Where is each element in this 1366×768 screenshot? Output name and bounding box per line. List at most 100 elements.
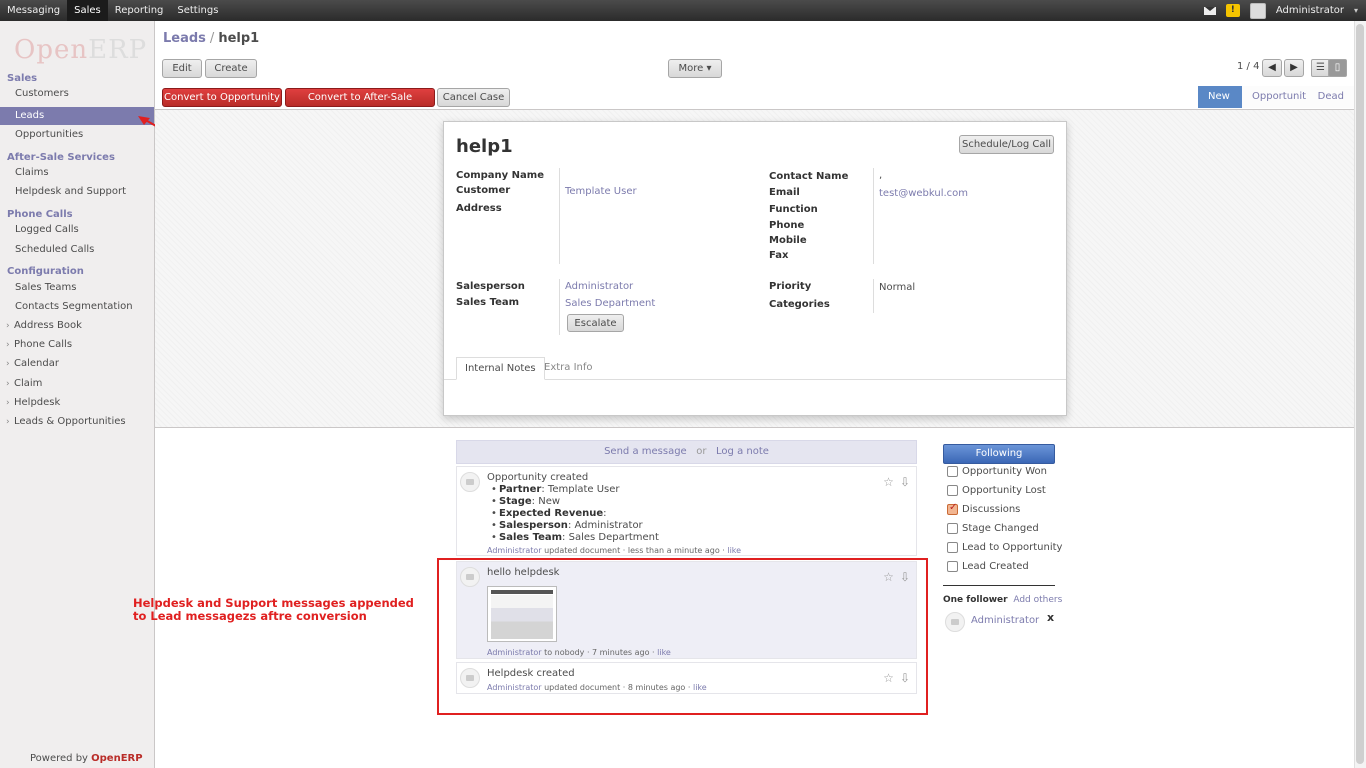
tracking-value: Administrator [574,520,643,531]
sidebar-section-configuration: Configuration [7,266,84,277]
tracking-line: Partner: Template User [487,484,659,496]
sidebar-item-leads[interactable]: Leads [0,107,154,125]
menu-messaging[interactable]: Messaging [0,0,67,21]
menu-sales[interactable]: Sales [67,0,108,21]
top-menu-bar: Messaging Sales Reporting Settings ! Adm… [0,0,1366,21]
subtype-opportunity-won[interactable]: Opportunity Won [947,466,1047,477]
sidebar-item-claims[interactable]: Claims [0,164,154,182]
schedule-log-call-button[interactable]: Schedule/Log Call [959,135,1054,154]
annotation-line-2: to Lead messagezs aftre conversion [133,609,367,623]
email-value[interactable]: test@webkul.com [879,188,968,199]
send-message-link[interactable]: Send a message [604,446,687,457]
tab-extra-info[interactable]: Extra Info [536,357,601,380]
field-separator [559,279,560,335]
contact-name-label: Contact Name [769,171,849,182]
contact-name-value: , [879,170,883,181]
stage-new[interactable]: New [1198,86,1242,108]
chevron-down-icon[interactable]: ▾ [1354,6,1358,15]
sidebar-item-calendar[interactable]: Calendar [0,355,154,373]
powered-by: Powered by OpenERP [30,753,143,764]
cancel-case-button[interactable]: Cancel Case [437,88,510,107]
stage-opportunity[interactable]: Opportunity [1242,86,1312,108]
categories-label: Categories [769,299,830,310]
powered-brand-link[interactable]: OpenERP [91,753,142,764]
sidebar-item-logged-calls[interactable]: Logged Calls [0,221,154,239]
salesperson-value[interactable]: Administrator [565,281,633,292]
tracking-line: Sales Team: Sales Department [487,532,659,544]
escalate-button[interactable]: Escalate [567,314,624,332]
tracking-key: Partner [499,484,542,495]
checkbox[interactable] [947,542,958,553]
sidebar-item-sales-teams[interactable]: Sales Teams [0,279,154,297]
sidebar-item-contacts-segmentation[interactable]: Contacts Segmentation [0,298,154,316]
customer-label: Customer [456,185,511,196]
sidebar-item-leads-opportunities[interactable]: Leads & Opportunities [0,413,154,431]
like-link[interactable]: like [727,546,741,555]
pager-counter[interactable]: 1 / 4 [1237,61,1259,72]
tracking-key: Expected Revenue [499,508,604,519]
subtype-lead-to-opportunity[interactable]: Lead to Opportunity [947,542,1062,553]
sidebar-item-phone-calls[interactable]: Phone Calls [0,336,154,354]
sidebar-item-address-book[interactable]: Address Book [0,317,154,335]
sidebar-item-opportunities[interactable]: Opportunities [0,126,154,144]
menu-settings[interactable]: Settings [170,0,225,21]
annotation-text: Helpdesk and Support messages appended t… [133,597,414,623]
log-note-link[interactable]: Log a note [716,446,769,457]
tracking-line: Expected Revenue: [487,508,659,520]
inbox-icon[interactable]: ⇩ [900,475,910,489]
sidebar-section-after-sale: After-Sale Services [7,152,115,163]
menu-reporting[interactable]: Reporting [108,0,171,21]
stage-dead[interactable]: Dead [1306,86,1354,108]
scrollbar-thumb[interactable] [1356,24,1364,764]
tracking-line: Stage: New [487,496,659,508]
author-link[interactable]: Administrator [487,546,542,555]
more-button[interactable]: More ▾ [668,59,722,78]
sidebar-item-customers[interactable]: Customers [0,85,154,103]
function-label: Function [769,204,818,215]
edit-button[interactable]: Edit [162,59,202,78]
checkbox[interactable] [947,485,958,496]
mail-icon[interactable] [1203,6,1216,15]
checkbox[interactable] [947,561,958,572]
sidebar-item-helpdesk-support[interactable]: Helpdesk and Support [0,183,154,201]
tab-internal-notes[interactable]: Internal Notes [456,357,545,380]
convert-to-opportunity-button[interactable]: Convert to Opportunity [162,88,282,107]
subtype-opportunity-lost[interactable]: Opportunity Lost [947,485,1046,496]
form-view-icon[interactable]: ▯ [1328,59,1347,77]
sidebar-item-claim[interactable]: Claim [0,375,154,393]
fax-label: Fax [769,250,789,261]
sales-team-value[interactable]: Sales Department [565,298,655,309]
email-label: Email [769,187,800,198]
sidebar-item-helpdesk[interactable]: Helpdesk [0,394,154,412]
breadcrumb-leads[interactable]: Leads [163,31,206,46]
subtype-label: Lead Created [962,561,1029,572]
or-text: or [696,446,707,457]
customer-value[interactable]: Template User [565,186,637,197]
checkbox-checked[interactable] [947,502,958,515]
priority-value[interactable]: Normal [879,282,915,293]
convert-to-after-sale-button[interactable]: Convert to After-Sale Services [285,88,435,120]
message-title: Opportunity created [487,472,589,483]
remove-follower-icon[interactable]: x [1047,611,1054,624]
subtype-lead-created[interactable]: Lead Created [947,561,1029,572]
tracking-value: Template User [547,484,620,495]
checkbox[interactable] [947,523,958,534]
checkbox[interactable] [947,466,958,477]
next-arrow-icon[interactable]: ▶ [1284,59,1304,77]
user-menu[interactable]: Administrator [1276,5,1344,16]
warning-icon[interactable]: ! [1225,4,1240,17]
create-button[interactable]: Create [205,59,257,78]
tracking-key: Salesperson [499,520,568,531]
subtype-discussions[interactable]: Discussions [947,502,1020,515]
logo-erp: ERP [88,35,148,65]
followers-divider [943,585,1055,586]
subtype-stage-changed[interactable]: Stage Changed [947,523,1039,534]
add-others-link[interactable]: Add others [1013,595,1062,605]
star-icon[interactable]: ☆ [883,475,894,489]
following-button[interactable]: Following [943,444,1055,464]
prev-arrow-icon[interactable]: ◀ [1262,59,1282,77]
user-avatar[interactable] [1249,2,1266,19]
follower-name[interactable]: Administrator [971,615,1039,626]
openerp-logo[interactable]: OpenERP [14,35,147,65]
sidebar-item-scheduled-calls[interactable]: Scheduled Calls [0,241,154,259]
